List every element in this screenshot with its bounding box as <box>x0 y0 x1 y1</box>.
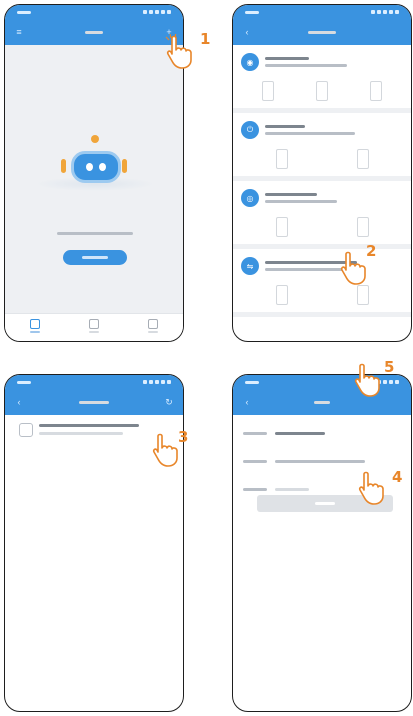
field-value <box>275 431 325 435</box>
add-device-button-label <box>82 256 108 259</box>
step-number: 3 <box>178 428 189 446</box>
form-row[interactable] <box>233 419 411 447</box>
device-type-option[interactable]: ◉ <box>233 45 411 113</box>
field-label <box>243 431 267 435</box>
back-icon[interactable]: ‹ <box>241 397 253 407</box>
tab-profile-label <box>148 330 159 333</box>
page-title <box>25 400 163 404</box>
robot-head <box>71 151 121 183</box>
power-icon: ⏻ <box>241 121 259 139</box>
tab-devices[interactable] <box>28 318 42 337</box>
tab-bar <box>5 313 183 341</box>
device-thumbnail <box>275 149 288 169</box>
device-thumbnail <box>262 81 274 101</box>
empty-state-text <box>57 232 133 235</box>
step-number: 5 <box>384 358 395 376</box>
refresh-icon[interactable]: ↻ <box>163 397 175 408</box>
device-thumbnail <box>275 217 288 237</box>
status-time <box>245 10 259 14</box>
device-thumbnail <box>356 285 369 305</box>
device-type-option[interactable]: ⏻ <box>233 113 411 181</box>
phone-screen-device-form: ‹ <box>232 374 412 712</box>
status-time <box>245 380 259 384</box>
status-bar <box>233 5 411 19</box>
field-value <box>275 487 309 491</box>
robot-eye-right <box>99 163 106 171</box>
menu-icon[interactable]: ≡ <box>13 27 25 37</box>
device-thumbnail <box>316 81 328 101</box>
status-bar <box>5 375 183 389</box>
device-icon <box>19 423 33 437</box>
option-desc <box>265 132 355 135</box>
phone-screen-device-list: ‹ ↻ <box>4 374 184 712</box>
device-type-option[interactable]: ◎ <box>233 181 411 249</box>
robot-ear-left <box>61 159 66 173</box>
share-icon: ⇋ <box>241 257 259 275</box>
phone-screen-home: ≡ + <box>4 4 184 342</box>
field-label <box>243 459 267 463</box>
pointing-hand-icon <box>165 34 192 69</box>
pointing-hand-icon <box>358 471 384 505</box>
page-title <box>253 30 391 34</box>
devices-tab-icon <box>29 318 40 329</box>
robot-illustration <box>5 115 183 205</box>
field-value <box>275 459 365 463</box>
messages-tab-icon <box>88 318 99 329</box>
status-icons <box>143 380 171 384</box>
option-title <box>265 193 317 196</box>
robot-antenna <box>91 135 99 143</box>
robot-eye-left <box>86 163 93 171</box>
status-icons <box>143 10 171 14</box>
status-bar <box>5 5 183 19</box>
page-title <box>25 30 163 34</box>
camera-icon: ◎ <box>241 189 259 207</box>
nav-bar: ≡ + <box>5 19 183 45</box>
submit-button-label <box>315 502 335 505</box>
tab-devices-label <box>29 330 40 333</box>
field-label <box>243 487 267 491</box>
nav-bar: ‹ ↻ <box>5 389 183 415</box>
device-thumbnail <box>370 81 382 101</box>
back-icon[interactable]: ‹ <box>13 397 25 407</box>
back-icon[interactable]: ‹ <box>241 27 253 37</box>
step-number: 2 <box>366 242 377 260</box>
option-desc <box>265 64 347 67</box>
status-icons <box>371 10 399 14</box>
option-desc <box>265 200 337 203</box>
nav-bar: ‹ <box>233 19 411 45</box>
device-thumbnail <box>356 149 369 169</box>
tab-profile[interactable] <box>146 318 160 337</box>
page-title <box>253 400 391 404</box>
pointing-hand-icon <box>354 363 380 397</box>
status-time <box>17 10 31 14</box>
device-thumbnail <box>275 285 288 305</box>
option-title <box>265 125 305 128</box>
option-title <box>265 57 309 60</box>
robot-ear-right <box>122 159 127 173</box>
device-thumbnail <box>356 217 369 237</box>
wifi-icon: ◉ <box>241 53 259 71</box>
device-type-option[interactable]: ⇋ <box>233 249 411 317</box>
add-device-button[interactable] <box>63 250 127 265</box>
device-id <box>39 432 123 435</box>
profile-tab-icon <box>148 318 159 329</box>
phone-screen-device-type: ‹ ◉ ⏻ ◎ ⇋ <box>232 4 412 342</box>
step-number: 1 <box>200 30 211 48</box>
tab-messages[interactable] <box>87 318 101 337</box>
device-name <box>39 424 139 427</box>
step-number: 4 <box>392 468 403 486</box>
tab-messages-label <box>88 330 99 333</box>
status-time <box>17 380 31 384</box>
